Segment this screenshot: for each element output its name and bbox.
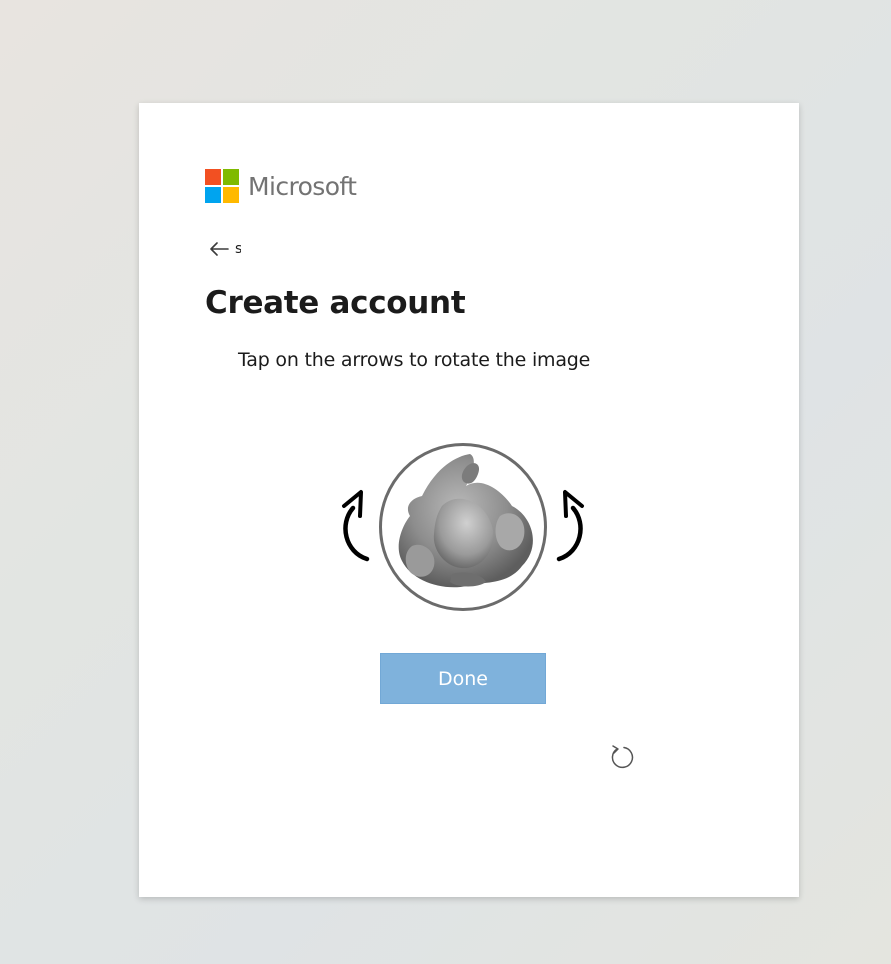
- rotate-left-button[interactable]: [337, 488, 371, 564]
- back-button[interactable]: [209, 237, 235, 261]
- microsoft-logo: Microsoft: [205, 169, 357, 203]
- rotate-right-button[interactable]: [555, 488, 589, 564]
- instruction-text: Tap on the arrows to rotate the image: [238, 349, 591, 371]
- rotate-counterclockwise-icon: [342, 490, 370, 562]
- signup-card: Microsoft s Create account Tap on the ar…: [139, 103, 799, 897]
- microsoft-logo-icon: [205, 169, 239, 203]
- brand-name: Microsoft: [248, 171, 357, 201]
- rotatable-puzzle-image: [379, 443, 547, 611]
- reload-challenge-button[interactable]: [608, 743, 636, 771]
- back-row: s: [209, 237, 241, 261]
- account-email: s: [235, 241, 241, 257]
- rotate-clockwise-icon: [556, 490, 584, 562]
- arrow-left-icon: [210, 242, 229, 256]
- done-button[interactable]: Done: [380, 653, 546, 704]
- puzzle-object-image: [398, 454, 533, 588]
- refresh-icon: [611, 745, 634, 769]
- page-title: Create account: [205, 285, 466, 321]
